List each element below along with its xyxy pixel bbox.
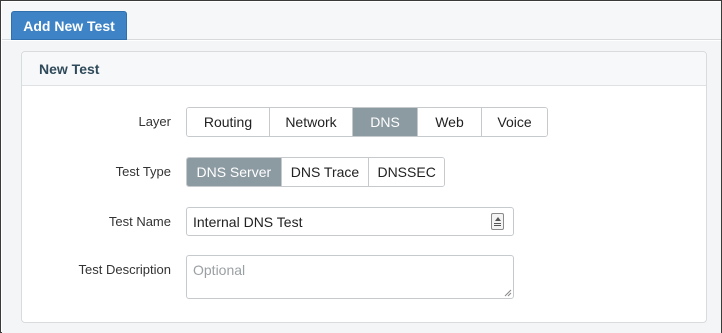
layer-option-web[interactable]: Web — [417, 108, 481, 136]
tab-strip: Add New Test — [2, 2, 721, 40]
tab-add-new-test[interactable]: Add New Test — [11, 11, 127, 40]
test-type-segmented-control: DNS Server DNS Trace DNSSEC — [186, 157, 445, 187]
test-type-option-dns-trace[interactable]: DNS Trace — [280, 158, 369, 186]
test-description-textarea[interactable] — [186, 255, 514, 299]
test-type-option-dns-server[interactable]: DNS Server — [187, 158, 281, 186]
layer-label: Layer — [138, 114, 171, 129]
test-type-option-dnssec[interactable]: DNSSEC — [368, 158, 444, 186]
layer-option-dns[interactable]: DNS — [352, 108, 417, 136]
test-type-label: Test Type — [115, 164, 171, 179]
test-name-input[interactable] — [186, 207, 514, 236]
resize-grip-icon[interactable] — [504, 289, 512, 297]
panel-title: New Test — [39, 61, 100, 77]
layer-option-routing[interactable]: Routing — [187, 108, 269, 136]
layer-option-network[interactable]: Network — [269, 108, 352, 136]
layer-segmented-control: Routing Network DNS Web Voice — [186, 107, 548, 137]
panel-header: New Test — [22, 52, 706, 86]
test-description-label: Test Description — [78, 262, 171, 277]
test-name-label: Test Name — [108, 214, 171, 229]
contact-card-icon[interactable] — [491, 213, 504, 230]
layer-option-voice[interactable]: Voice — [481, 108, 547, 136]
